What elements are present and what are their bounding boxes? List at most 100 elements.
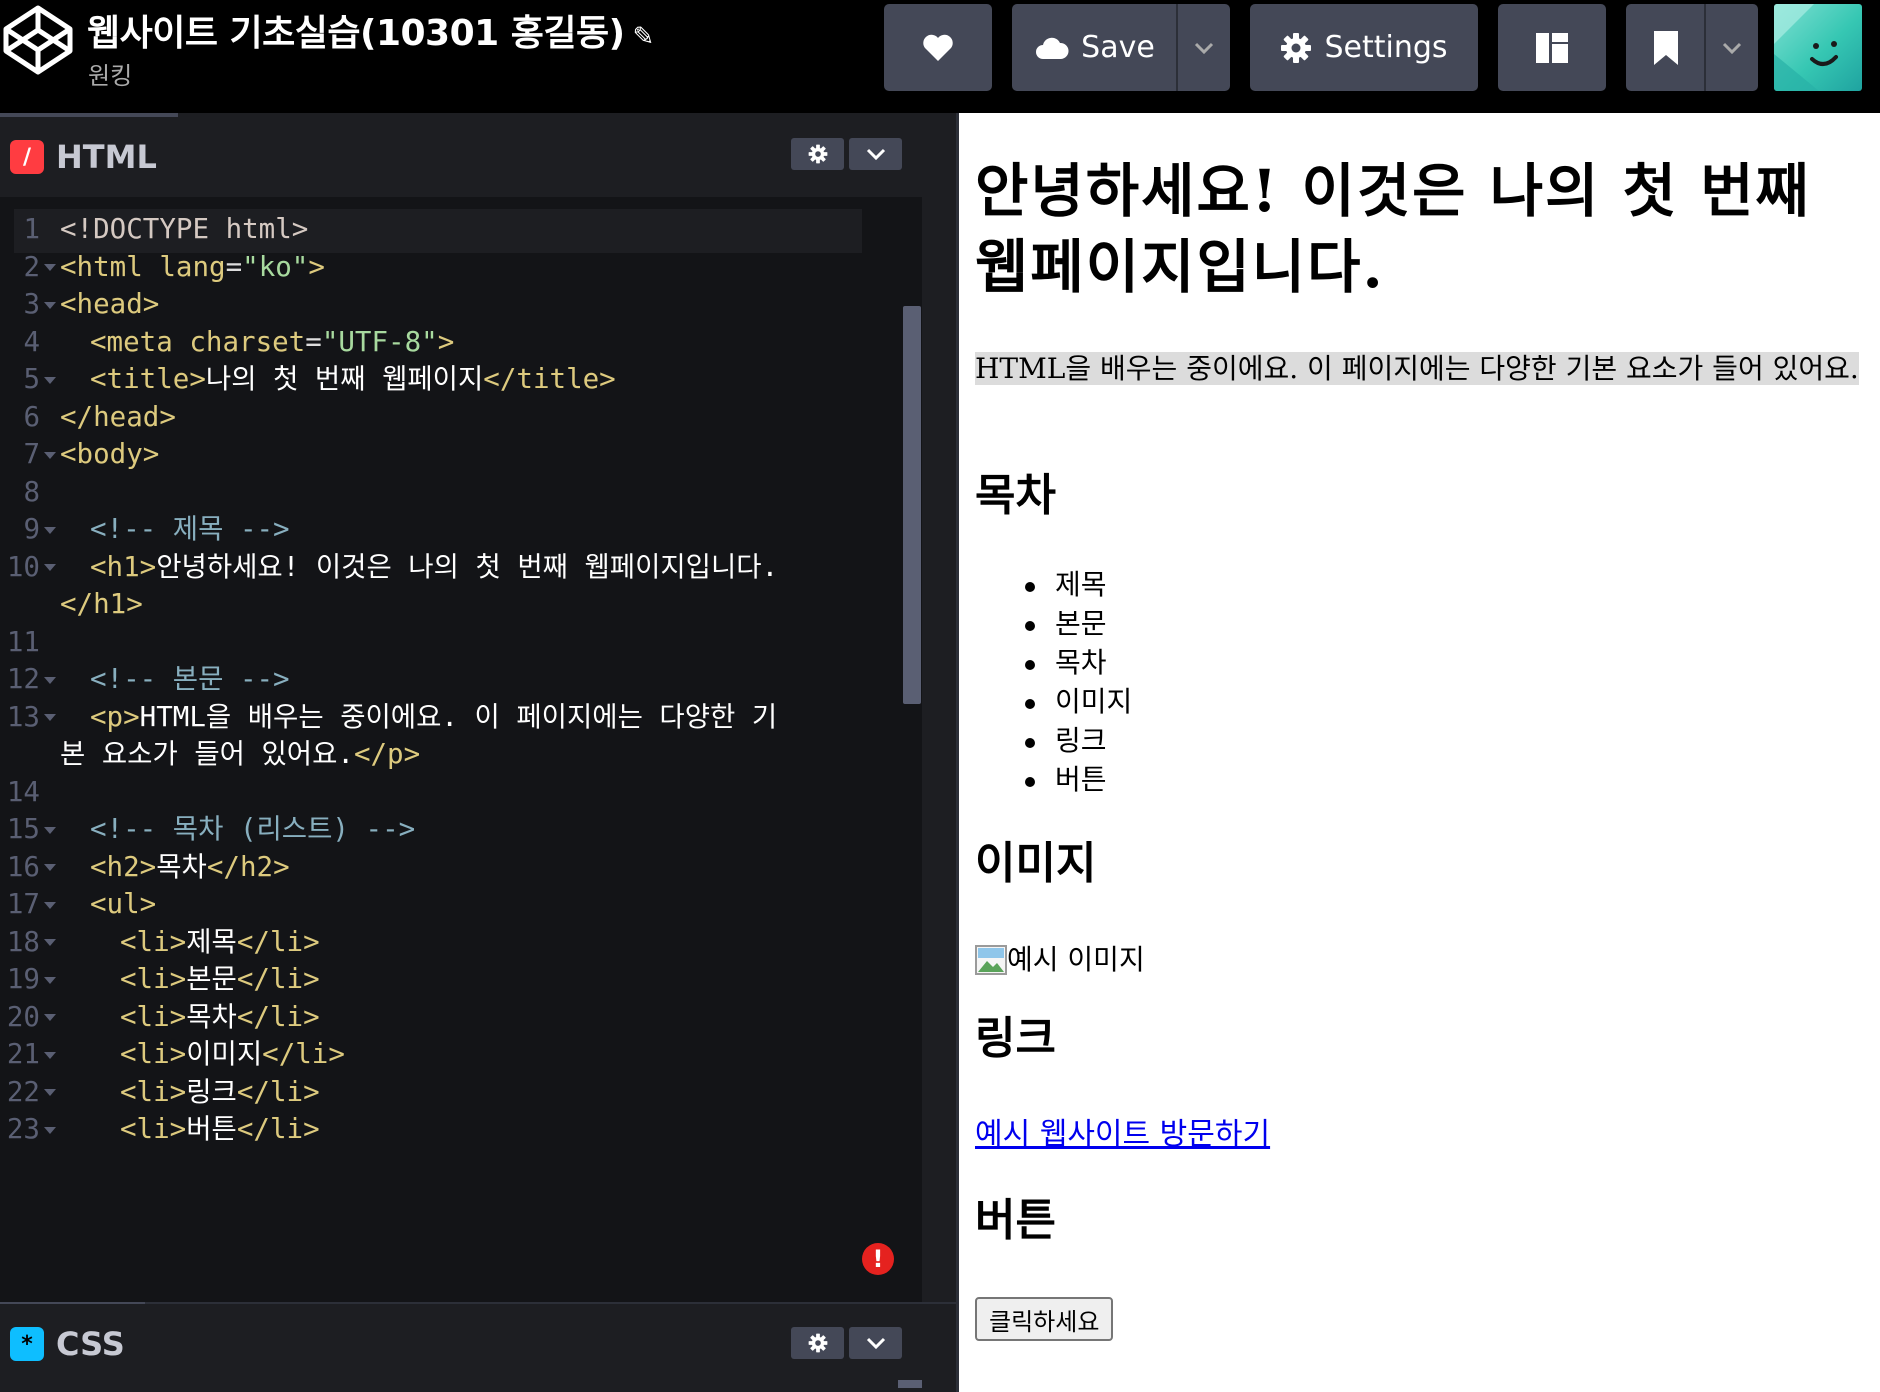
preview-link[interactable]: 예시 웹사이트 방문하기 bbox=[975, 1115, 1270, 1155]
line-number: 17 bbox=[6, 888, 40, 920]
fold-arrow-icon[interactable] bbox=[44, 714, 56, 722]
code-text: <!-- 본문 --> bbox=[90, 661, 290, 699]
preview-paragraph-text: HTML을 배우는 중이에요. 이 페이지에는 다양한 기본 요소가 들어 있어… bbox=[975, 352, 1859, 385]
html-editor-panel: / HTML 1 <!DOCTYPE html> 2 <html lang="ko">… bbox=[0, 113, 958, 1392]
code-text: <li>목차</li> bbox=[120, 999, 320, 1037]
fold-arrow-icon[interactable] bbox=[44, 676, 56, 684]
css-editor-title: CSS bbox=[56, 1325, 125, 1363]
fold-arrow-icon[interactable] bbox=[44, 264, 56, 272]
bookmark-options-button[interactable] bbox=[1706, 4, 1758, 91]
code-text: <head> bbox=[60, 286, 159, 324]
chevron-down-icon bbox=[1194, 42, 1214, 54]
code-token: 목차 bbox=[156, 850, 207, 883]
code-token: </head> bbox=[60, 400, 176, 433]
settings-button[interactable]: Settings bbox=[1250, 4, 1478, 91]
html-code-area[interactable]: 1 <!DOCTYPE html> 2 <html lang="ko"> 3 <head>… bbox=[0, 197, 910, 1312]
code-token: lang bbox=[159, 250, 226, 283]
fold-arrow-icon[interactable] bbox=[44, 1051, 56, 1059]
fold-arrow-icon[interactable] bbox=[44, 564, 56, 572]
smiley-avatar-icon bbox=[1774, 4, 1862, 91]
change-view-button[interactable] bbox=[1498, 4, 1606, 91]
love-button[interactable] bbox=[884, 4, 992, 91]
line-number: 7 bbox=[23, 438, 40, 470]
code-token: <!-- 제목 --> bbox=[90, 513, 290, 545]
fold-arrow-icon[interactable] bbox=[44, 526, 56, 534]
code-token: <!-- 목차 (리스트) --> bbox=[90, 813, 416, 845]
fold-arrow-icon[interactable] bbox=[44, 1014, 56, 1022]
heart-icon bbox=[922, 34, 954, 62]
code-text: <ul> bbox=[90, 886, 156, 924]
save-label: Save bbox=[1081, 30, 1155, 65]
fold-arrow-icon[interactable] bbox=[44, 376, 56, 384]
fold-arrow-icon[interactable] bbox=[44, 939, 56, 947]
code-token: <title> bbox=[90, 363, 206, 395]
save-options-button[interactable] bbox=[1178, 4, 1230, 91]
code-token: </title> bbox=[483, 363, 616, 395]
code-token: 버튼 bbox=[186, 1113, 237, 1145]
css-editor-tab[interactable]: * CSS bbox=[0, 1304, 145, 1384]
line-number: 11 bbox=[6, 625, 40, 658]
bookmark-button[interactable] bbox=[1626, 4, 1706, 91]
css-settings-button[interactable] bbox=[791, 1327, 844, 1359]
code-token: 본문 bbox=[186, 963, 237, 995]
css-scrollbar[interactable] bbox=[898, 1380, 922, 1388]
bookmark-icon bbox=[1653, 30, 1679, 66]
fold-arrow-icon[interactable] bbox=[44, 826, 56, 834]
fold-arrow-icon[interactable] bbox=[44, 976, 56, 984]
fold-arrow-icon[interactable] bbox=[44, 901, 56, 909]
code-token: </li> bbox=[236, 925, 320, 958]
fold-arrow-icon[interactable] bbox=[44, 1089, 56, 1097]
line-number: 6 bbox=[23, 400, 40, 433]
code-token: 제목 bbox=[186, 925, 237, 958]
codepen-logo-icon[interactable] bbox=[2, 4, 74, 76]
code-token: 링크 bbox=[186, 1075, 237, 1108]
code-text: <body> bbox=[60, 436, 159, 474]
code-text: </head> bbox=[60, 399, 176, 437]
fold-arrow-icon[interactable] bbox=[44, 1126, 56, 1134]
fold-arrow-icon[interactable] bbox=[44, 301, 56, 309]
code-token: <li> bbox=[120, 925, 187, 958]
code-token: <head> bbox=[60, 288, 160, 320]
line-number: 3 bbox=[23, 288, 40, 320]
project-owner[interactable]: 원킹 bbox=[88, 56, 132, 91]
chevron-down-icon bbox=[866, 148, 885, 160]
code-token: = bbox=[305, 325, 322, 358]
code-text: 본 요소가 들어 있어요.</p> bbox=[60, 736, 420, 774]
user-avatar[interactable] bbox=[1774, 4, 1862, 91]
code-token: <!DOCTYPE html> bbox=[60, 213, 309, 245]
fold-arrow-icon[interactable] bbox=[44, 864, 56, 872]
code-token: <p> bbox=[90, 700, 140, 733]
line-number: 13 bbox=[6, 700, 40, 733]
preview-link-heading: 링크 bbox=[975, 1013, 1056, 1064]
gear-icon bbox=[808, 144, 827, 164]
code-token: <ul> bbox=[90, 888, 157, 920]
error-indicator-icon[interactable]: ! bbox=[862, 1243, 894, 1275]
code-token: </li> bbox=[236, 1000, 320, 1033]
line-number: 20 bbox=[6, 1000, 40, 1033]
code-token: </li> bbox=[236, 963, 320, 995]
preview-click-button[interactable]: 클릭하세요 bbox=[975, 1297, 1114, 1341]
code-token: <li> bbox=[120, 1000, 187, 1033]
code-text: <li>이미지</li> bbox=[120, 1036, 345, 1074]
save-button[interactable]: Save bbox=[1012, 4, 1178, 91]
html-editor-tab[interactable]: / HTML bbox=[0, 117, 178, 197]
code-token: <li> bbox=[120, 1075, 187, 1108]
project-title[interactable]: 웹사이트 기초실습(10301 홍길동) ✎ bbox=[87, 4, 654, 56]
fold-arrow-icon[interactable] bbox=[44, 451, 56, 459]
layout-icon bbox=[1535, 32, 1569, 64]
edit-pencil-icon[interactable]: ✎ bbox=[633, 22, 655, 52]
code-scrollbar-thumb[interactable] bbox=[903, 306, 921, 704]
css-collapse-button[interactable] bbox=[849, 1327, 902, 1359]
code-token: charset bbox=[189, 325, 306, 358]
html-collapse-button[interactable] bbox=[849, 138, 902, 170]
line-number: 15 bbox=[6, 813, 40, 845]
code-token: 이미지 bbox=[186, 1038, 263, 1070]
code-text: <li>제목</li> bbox=[120, 924, 320, 962]
code-text: <!-- 제목 --> bbox=[90, 511, 290, 549]
preview-toc-list: 제목 본문 목차 이미지 링크 버튼 bbox=[1025, 565, 1132, 799]
list-item: 이미지 bbox=[1025, 682, 1132, 721]
preview-image-heading: 이미지 bbox=[975, 838, 1097, 889]
line-number: 9 bbox=[23, 513, 40, 545]
line-number: 16 bbox=[6, 850, 40, 883]
html-settings-button[interactable] bbox=[791, 138, 844, 170]
